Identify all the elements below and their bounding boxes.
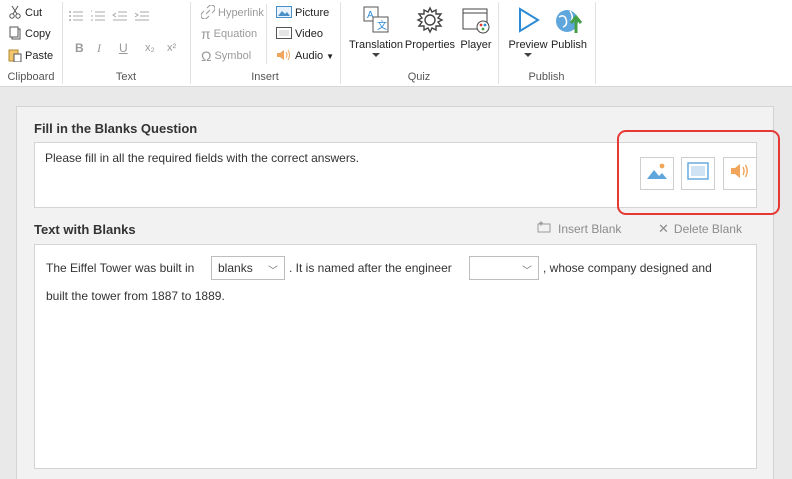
text-group-label: Text xyxy=(115,71,137,83)
equation-label: Equation xyxy=(213,28,258,40)
translation-icon: A文 xyxy=(348,4,404,36)
blanks-section-title: Text with Blanks xyxy=(34,222,136,237)
player-label: Player xyxy=(460,39,492,51)
hyperlink-label: Hyperlink xyxy=(218,7,264,19)
video-label: Video xyxy=(295,28,323,40)
svg-text:文: 文 xyxy=(377,19,387,32)
insert-blank-button[interactable]: Insert Blank xyxy=(537,221,621,236)
ribbon-toolbar: Cut Copy Paste Clipboard B I U x₂ x² Tex… xyxy=(0,0,792,87)
group-divider xyxy=(595,2,596,84)
indent-icon[interactable] xyxy=(134,9,150,28)
video-icon xyxy=(276,26,292,43)
quiz-group-label: Quiz xyxy=(407,71,431,83)
numbered-list-icon[interactable] xyxy=(90,9,106,28)
dropdown-arrow-icon xyxy=(524,53,532,57)
copy-label: Copy xyxy=(25,28,51,40)
paste-button[interactable]: Paste xyxy=(8,48,53,64)
publish-button[interactable]: Publish xyxy=(549,4,589,51)
properties-label: Properties xyxy=(404,39,456,51)
properties-button[interactable]: Properties xyxy=(403,4,457,51)
clipboard-group-label: Clipboard xyxy=(7,71,55,83)
symbol-label: Symbol xyxy=(214,50,252,62)
question-text: Please fill in all the required fields w… xyxy=(45,151,360,165)
text-line: built the tower from 1887 to 1889. xyxy=(46,289,225,303)
link-icon xyxy=(200,3,216,22)
bullet-list-icon[interactable] xyxy=(68,9,84,28)
text-segment: . It is named after the engineer xyxy=(289,261,452,275)
translation-label: Translation xyxy=(348,39,403,51)
delete-blank-button[interactable]: ✕ Delete Blank xyxy=(658,221,742,237)
publish-label: Publish xyxy=(550,39,588,51)
blank-1-value: blanks xyxy=(218,261,253,275)
paste-label: Paste xyxy=(25,50,54,62)
scissors-icon xyxy=(8,5,22,22)
text-segment: , whose company designed and xyxy=(543,261,712,275)
chevron-down-icon: ﹀ xyxy=(522,266,532,277)
superscript-button[interactable]: x² xyxy=(167,42,176,54)
player-button[interactable]: Player xyxy=(457,4,495,51)
copy-icon xyxy=(8,26,22,43)
blank-dropdown-2[interactable]: ﹀ xyxy=(469,256,539,280)
insert-blank-icon xyxy=(537,221,553,236)
bold-button[interactable]: B xyxy=(75,41,84,55)
subscript-button[interactable]: x₂ xyxy=(145,42,155,54)
blanks-text-editor[interactable] xyxy=(34,244,757,469)
close-icon: ✕ xyxy=(658,221,669,236)
picture-icon xyxy=(276,5,292,22)
hyperlink-button[interactable]: Hyperlink xyxy=(200,3,264,22)
underline-button[interactable]: U xyxy=(119,41,128,55)
insert-group-label: Insert xyxy=(251,71,279,83)
preview-button[interactable]: Preview xyxy=(507,4,549,57)
question-section-title: Fill in the Blanks Question xyxy=(34,121,198,136)
paste-icon xyxy=(8,48,22,65)
chevron-down-icon: ﹀ xyxy=(268,266,278,277)
outdent-icon[interactable] xyxy=(112,9,128,28)
translation-button[interactable]: A文 Translation xyxy=(348,4,404,57)
insert-blank-label: Insert Blank xyxy=(558,221,622,236)
equation-button[interactable]: π Equation xyxy=(201,26,257,42)
audio-button[interactable]: Audio ▼ xyxy=(276,48,334,64)
copy-button[interactable]: Copy xyxy=(8,26,51,42)
pi-icon: π xyxy=(201,26,211,42)
dropdown-arrow-icon: ▼ xyxy=(326,51,335,61)
italic-button[interactable]: I xyxy=(97,41,101,56)
speaker-icon xyxy=(276,48,292,65)
gear-icon xyxy=(403,4,457,36)
player-icon xyxy=(457,4,495,36)
preview-label: Preview xyxy=(508,39,548,51)
globe-upload-icon xyxy=(549,4,589,36)
omega-icon: Ω xyxy=(201,48,212,64)
delete-blank-label: Delete Blank xyxy=(673,222,742,236)
picture-label: Picture xyxy=(295,7,330,19)
publish-group-label: Publish xyxy=(528,71,565,83)
play-icon xyxy=(507,4,549,36)
text-segment: The Eiffel Tower was built in xyxy=(46,261,195,275)
dropdown-arrow-icon xyxy=(372,53,380,57)
paragraph-tools xyxy=(68,9,150,28)
insert-divider xyxy=(266,4,267,64)
media-buttons-highlight xyxy=(617,130,780,215)
picture-button[interactable]: Picture xyxy=(276,5,329,21)
video-button[interactable]: Video xyxy=(276,26,323,42)
blank-dropdown-1[interactable]: blanks ﹀ xyxy=(211,256,285,280)
audio-label: Audio xyxy=(295,50,324,62)
cut-label: Cut xyxy=(25,7,43,19)
symbol-button[interactable]: Ω Symbol xyxy=(201,48,251,64)
cut-button[interactable]: Cut xyxy=(8,5,42,21)
